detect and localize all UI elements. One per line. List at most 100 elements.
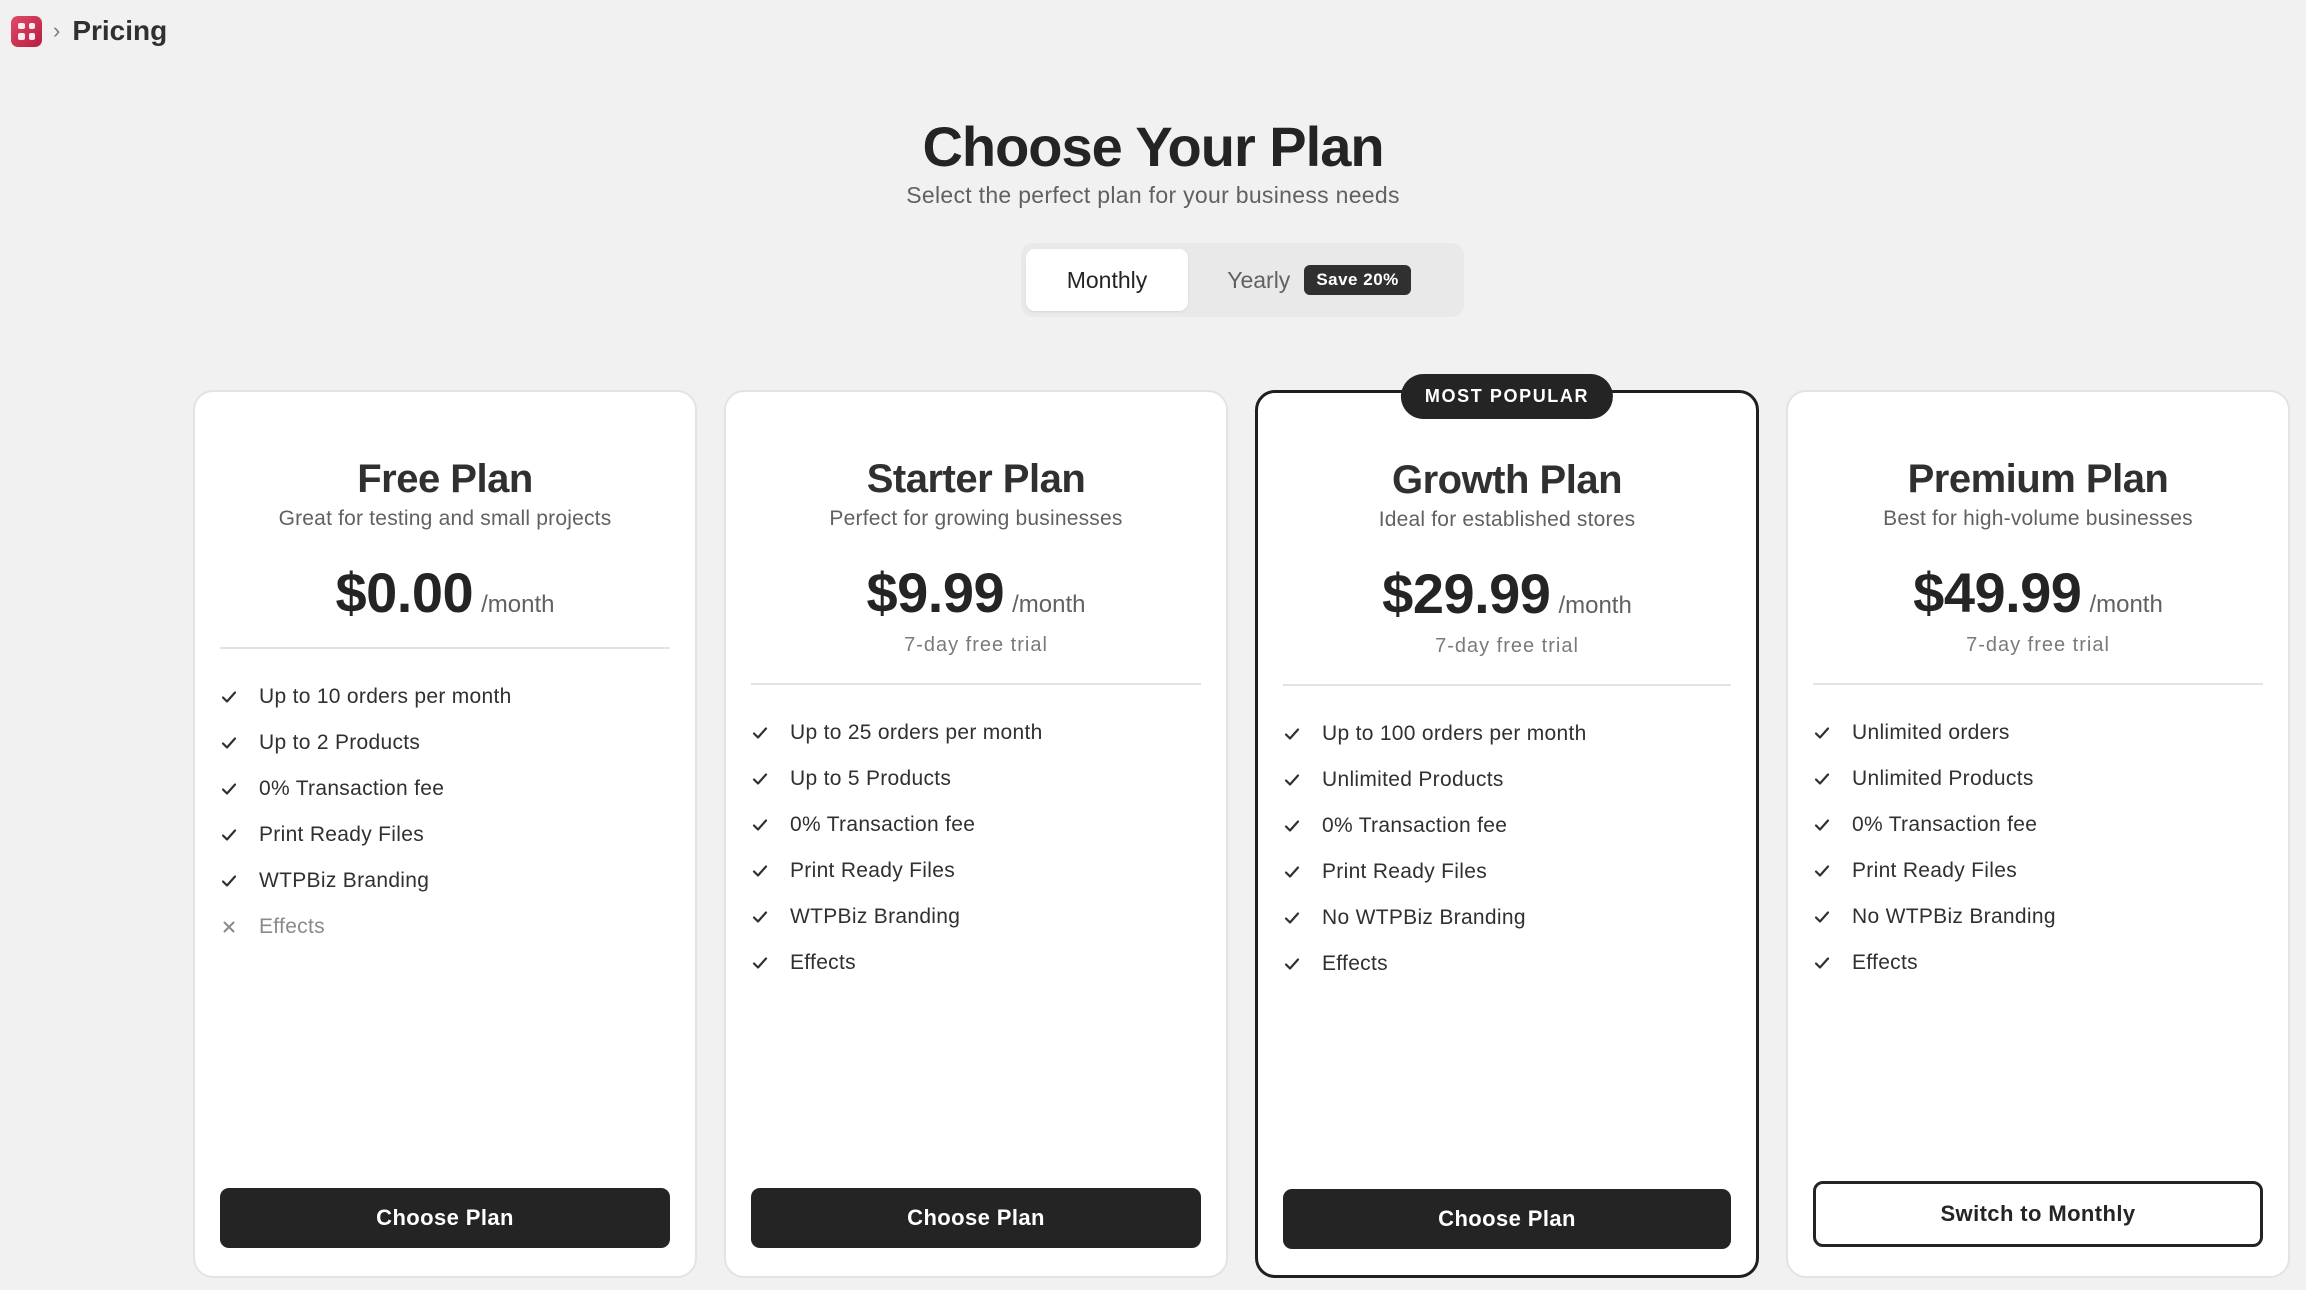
feature-item: 0% Transaction fee	[751, 802, 1201, 848]
yearly-toggle-label: Yearly	[1227, 266, 1291, 293]
feature-item: 0% Transaction fee	[220, 766, 670, 812]
chevron-right-icon: ›	[53, 18, 61, 43]
switch-to-monthly-button[interactable]: Switch to Monthly	[1813, 1181, 2263, 1247]
choose-plan-button[interactable]: Choose Plan	[220, 1188, 670, 1248]
yearly-toggle-button[interactable]: Yearly Save 20%	[1188, 249, 1450, 311]
feature-text: Effects	[1322, 952, 1388, 975]
check-icon	[751, 816, 790, 834]
feature-item: WTPBiz Branding	[751, 894, 1201, 940]
plan-cards: Free Plan Great for testing and small pro…	[193, 374, 2293, 1280]
save-badge: Save 20%	[1304, 265, 1411, 295]
feature-text: Effects	[1852, 951, 1918, 974]
page-subtitle: Select the perfect plan for your busines…	[906, 182, 1400, 208]
plan-description: Ideal for established stores	[1378, 508, 1636, 531]
price-row: $29.99 /month	[1258, 561, 1756, 626]
check-icon	[220, 688, 259, 706]
plan-price: $9.99	[866, 561, 1005, 624]
billing-toggle: Monthly Yearly Save 20%	[1021, 243, 1464, 317]
feature-text: Print Ready Files	[1852, 859, 2017, 882]
divider	[220, 647, 670, 649]
plan-card-premium: Premium Plan Best for high-volume busines…	[1786, 390, 2290, 1278]
feature-item: Print Ready Files	[1813, 848, 2263, 894]
check-icon	[751, 954, 790, 972]
plan-price: $0.00	[335, 561, 474, 624]
price-period: /month	[1558, 592, 1632, 619]
plan-name: Growth Plan	[1391, 458, 1623, 502]
feature-item: Effects	[220, 904, 670, 950]
feature-text: Up to 25 orders per month	[790, 721, 1043, 744]
page-header: Choose Your Plan Select the perfect plan…	[0, 112, 2306, 209]
check-icon	[1813, 954, 1852, 972]
choose-plan-button[interactable]: Choose Plan	[751, 1188, 1201, 1248]
feature-item: Up to 10 orders per month	[220, 674, 670, 720]
trial-text: 7-day free trial	[904, 634, 1048, 656]
plan-card-free: Free Plan Great for testing and small pro…	[193, 390, 697, 1278]
check-icon	[1813, 770, 1852, 788]
feature-text: Unlimited orders	[1852, 721, 2010, 744]
check-icon	[751, 908, 790, 926]
price-row: $49.99 /month	[1788, 560, 2288, 625]
feature-text: Up to 10 orders per month	[259, 685, 512, 708]
check-icon	[220, 872, 259, 890]
feature-item: Effects	[751, 940, 1201, 986]
feature-text: Up to 5 Products	[790, 767, 952, 790]
feature-text: No WTPBiz Branding	[1852, 905, 2056, 928]
feature-text: No WTPBiz Branding	[1322, 906, 1526, 929]
app-grid-icon[interactable]	[11, 15, 42, 47]
plan-description: Great for testing and small projects	[278, 507, 612, 530]
check-icon	[1813, 908, 1852, 926]
feature-text: Up to 2 Products	[259, 731, 421, 754]
feature-text: Unlimited Products	[1322, 768, 1504, 791]
feature-list: Unlimited orders Unlimited Products 0% T…	[1813, 710, 2263, 986]
feature-item: Effects	[1283, 941, 1731, 987]
feature-item: Print Ready Files	[220, 812, 670, 858]
feature-item: No WTPBiz Branding	[1813, 894, 2263, 940]
feature-item: Unlimited Products	[1283, 757, 1731, 803]
feature-text: WTPBiz Branding	[790, 905, 961, 928]
check-icon	[220, 826, 259, 844]
feature-text: Unlimited Products	[1852, 767, 2034, 790]
check-icon	[1283, 771, 1322, 789]
feature-item: Effects	[1813, 940, 2263, 986]
feature-text: Effects	[790, 951, 856, 974]
monthly-toggle-button[interactable]: Monthly	[1026, 249, 1188, 311]
price-period: /month	[2089, 591, 2163, 618]
feature-text: 0% Transaction fee	[790, 813, 976, 836]
feature-item: Up to 25 orders per month	[751, 710, 1201, 756]
feature-item: 0% Transaction fee	[1813, 802, 2263, 848]
check-icon	[1283, 909, 1322, 927]
feature-item: WTPBiz Branding	[220, 858, 670, 904]
plan-name: Starter Plan	[866, 457, 1086, 501]
divider	[751, 683, 1201, 685]
check-icon	[1283, 817, 1322, 835]
feature-list: Up to 25 orders per month Up to 5 Produc…	[751, 710, 1201, 986]
divider	[1813, 683, 2263, 685]
feature-text: Print Ready Files	[1322, 860, 1487, 883]
plan-name: Premium Plan	[1907, 457, 2169, 501]
feature-item: Up to 5 Products	[751, 756, 1201, 802]
price-period: /month	[1012, 591, 1086, 618]
most-popular-badge: MOST POPULAR	[1400, 374, 1614, 419]
trial-text: 7-day free trial	[1966, 634, 2110, 656]
feature-text: 0% Transaction fee	[1852, 813, 2038, 836]
plan-card-growth: MOST POPULAR Growth Plan Ideal for establi…	[1255, 374, 1759, 1278]
feature-text: Print Ready Files	[259, 823, 424, 846]
check-icon	[1813, 816, 1852, 834]
price-row: $9.99 /month	[726, 560, 1226, 625]
page-title: Choose Your Plan	[922, 115, 1384, 178]
price-period: /month	[481, 591, 555, 618]
feature-list: Up to 10 orders per month Up to 2 Produc…	[220, 674, 670, 950]
check-icon	[751, 724, 790, 742]
check-icon	[1283, 863, 1322, 881]
feature-item: Unlimited Products	[1813, 756, 2263, 802]
feature-item: 0% Transaction fee	[1283, 803, 1731, 849]
feature-text: Print Ready Files	[790, 859, 955, 882]
check-icon	[1813, 724, 1852, 742]
feature-list: Up to 100 orders per month Unlimited Pro…	[1283, 711, 1731, 987]
plan-name: Free Plan	[357, 457, 533, 501]
choose-plan-button[interactable]: Choose Plan	[1283, 1189, 1731, 1249]
plan-description: Best for high-volume businesses	[1883, 507, 2193, 530]
feature-item: No WTPBiz Branding	[1283, 895, 1731, 941]
check-icon	[220, 780, 259, 798]
feature-item: Up to 2 Products	[220, 720, 670, 766]
